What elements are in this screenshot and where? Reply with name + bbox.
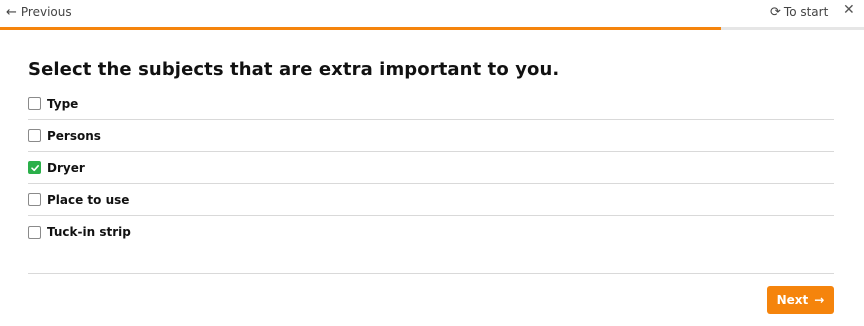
previous-label: Previous	[20, 5, 72, 19]
option-label: Persons	[47, 128, 101, 143]
arrow-right-icon: →	[814, 293, 825, 307]
option-label: Type	[47, 96, 79, 111]
checkbox[interactable]	[28, 129, 41, 142]
check-icon	[30, 164, 39, 171]
progress-fill	[0, 27, 722, 30]
top-bar: ← Previous ⟳ To start ✕	[0, 0, 864, 28]
option-item[interactable]: Place to use	[28, 184, 834, 216]
to-start-label: To start	[783, 5, 829, 19]
option-item[interactable]: Type	[28, 88, 834, 120]
option-item[interactable]: Persons	[28, 120, 834, 152]
progress-bar	[0, 27, 864, 30]
option-label: Tuck-in strip	[47, 225, 131, 239]
close-icon[interactable]: ✕	[843, 3, 855, 17]
arrow-left-icon: ←	[6, 4, 17, 20]
checkbox[interactable]	[28, 193, 41, 206]
next-label: Next	[776, 293, 809, 307]
question-title: Select the subjects that are extra impor…	[28, 59, 560, 80]
divider	[28, 273, 834, 274]
option-label: Dryer	[47, 160, 85, 175]
option-label: Place to use	[47, 192, 130, 207]
to-start-button[interactable]: ⟳ To start	[770, 5, 828, 19]
checkbox[interactable]	[28, 97, 41, 110]
next-button[interactable]: Next →	[767, 286, 834, 314]
checkbox[interactable]	[28, 225, 41, 239]
options-list: Type Persons Dryer Place to use Tuck-in stri…	[28, 88, 834, 248]
previous-button[interactable]: ← Previous	[6, 5, 72, 19]
option-item[interactable]: Tuck-in strip	[28, 216, 834, 248]
refresh-icon: ⟳	[770, 4, 781, 20]
option-item[interactable]: Dryer	[28, 152, 834, 184]
checkbox[interactable]	[28, 161, 41, 174]
